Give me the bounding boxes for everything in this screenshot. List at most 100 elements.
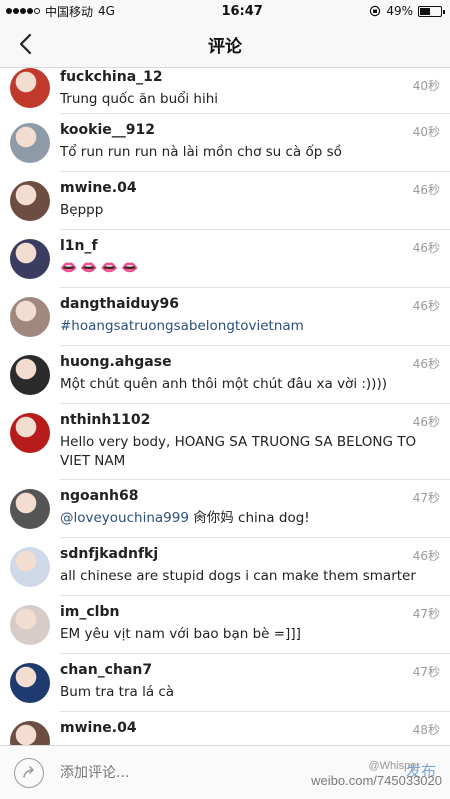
comment-text: Một chút quên anh thôi một chút đâu xa v…	[60, 375, 440, 394]
avatar[interactable]	[10, 413, 50, 453]
comment-username[interactable]: dangthaiduy96	[60, 295, 440, 313]
comment-row[interactable]: l1n_f 👄👄👄👄 46秒	[0, 230, 450, 288]
comment-message: Bẹppp	[60, 202, 104, 218]
avatar[interactable]	[10, 123, 50, 163]
comment-username[interactable]: fuckchina_12	[60, 68, 440, 86]
comment-time: 46秒	[412, 357, 440, 371]
comment-body: sdnfjkadnfkj all chinese are stupid dogs …	[60, 538, 450, 596]
avatar[interactable]	[10, 663, 50, 703]
comment-message: Hello very body, HOANG SA TRUONG SA BELO…	[60, 434, 417, 469]
comment-time: 48秒	[412, 723, 440, 737]
comment-body: im_clbn EM yêu vịt nam với bao bạn bè =]]…	[60, 596, 450, 654]
comment-text: #hoangsatruongsabelongtovietnam	[60, 317, 440, 336]
comment-username[interactable]: sdnfjkadnfkj	[60, 545, 440, 563]
comment-time: 40秒	[412, 125, 440, 139]
comment-username[interactable]: chan_chan7	[60, 661, 440, 679]
comment-row[interactable]: im_clbn EM yêu vịt nam với bao bạn bè =]]…	[0, 596, 450, 654]
comment-body: fuckchina_12 Trung quốc ăn buổi hihi 40秒	[60, 68, 450, 114]
comment-text: Tổ run run run nà lài mồn chơ su cà ốp s…	[60, 143, 440, 162]
comment-body: l1n_f 👄👄👄👄 46秒	[60, 230, 450, 288]
comment-list[interactable]: fuckchina_12 Trung quốc ăn buổi hihi 40秒 ko…	[0, 68, 450, 747]
comment-row[interactable]: huong.ahgase Một chút quên anh thôi một c…	[0, 346, 450, 404]
comment-message: #hoangsatruongsabelongtovietnam	[60, 318, 304, 334]
comment-body: chan_chan7 Bum tra tra lá cà 47秒	[60, 654, 450, 712]
comment-body: mwine.04 48秒	[60, 712, 450, 747]
comment-text: Hello very body, HOANG SA TRUONG SA BELO…	[60, 433, 440, 471]
comment-row[interactable]: fuckchina_12 Trung quốc ăn buổi hihi 40秒	[0, 68, 450, 114]
comment-time: 46秒	[412, 241, 440, 255]
watermark-handle: @Whisper	[368, 760, 420, 772]
comment-message: Một chút quên anh thôi một chút đâu xa v…	[60, 376, 387, 392]
comment-time: 46秒	[412, 549, 440, 563]
avatar[interactable]	[10, 355, 50, 395]
avatar[interactable]	[10, 181, 50, 221]
avatar[interactable]	[10, 605, 50, 645]
comment-row[interactable]: ngoanh68 @loveyouchina999 肏你妈 china dog! 4…	[0, 480, 450, 538]
comment-username[interactable]: kookie__912	[60, 121, 440, 139]
avatar[interactable]	[10, 489, 50, 529]
avatar[interactable]	[10, 297, 50, 337]
battery-percent: 49%	[386, 4, 413, 18]
comment-row[interactable]: dangthaiduy96 #hoangsatruongsabelongtovie…	[0, 288, 450, 346]
comment-row[interactable]: chan_chan7 Bum tra tra lá cà 47秒	[0, 654, 450, 712]
comment-body: ngoanh68 @loveyouchina999 肏你妈 china dog! 4…	[60, 480, 450, 538]
comment-message: 肏你妈 china dog!	[193, 510, 310, 526]
comment-row[interactable]: mwine.04 48秒	[0, 712, 450, 747]
comment-row[interactable]: sdnfjkadnfkj all chinese are stupid dogs …	[0, 538, 450, 596]
comment-body: dangthaiduy96 #hoangsatruongsabelongtovie…	[60, 288, 450, 346]
signal-strength-icon	[6, 8, 40, 14]
comment-body: huong.ahgase Một chút quên anh thôi một c…	[60, 346, 450, 404]
comment-mention[interactable]: @loveyouchina999	[60, 510, 189, 526]
comment-message: Bum tra tra lá cà	[60, 684, 175, 700]
orientation-lock-icon	[370, 5, 381, 17]
comment-text: Bum tra tra lá cà	[60, 683, 440, 702]
avatar[interactable]	[10, 239, 50, 279]
comment-row[interactable]: nthinh1102 Hello very body, HOANG SA TRUO…	[0, 404, 450, 480]
comment-time: 46秒	[412, 299, 440, 313]
comment-body: kookie__912 Tổ run run run nà lài mồn chơ…	[60, 114, 450, 172]
comment-message: Trung quốc ăn buổi hihi	[60, 91, 219, 107]
comment-time: 46秒	[412, 415, 440, 429]
network-label: 4G	[98, 4, 115, 18]
status-bar: 中国移动 4G 16:47 49%	[0, 0, 450, 22]
comment-text: Trung quốc ăn buổi hihi	[60, 90, 440, 109]
comment-username[interactable]: l1n_f	[60, 237, 440, 255]
comment-message: Tổ run run run nà lài mồn chơ su cà ốp s…	[60, 144, 342, 160]
comment-username[interactable]: mwine.04	[60, 719, 440, 737]
comment-body: nthinh1102 Hello very body, HOANG SA TRUO…	[60, 404, 450, 480]
comment-input-bar: 发布	[0, 745, 450, 799]
avatar[interactable]	[10, 721, 50, 747]
watermark: weibo.com/745033020	[311, 773, 442, 788]
comment-message: 👄👄👄👄	[60, 260, 142, 276]
status-time: 16:47	[221, 3, 263, 19]
comment-row[interactable]: mwine.04 Bẹppp 46秒	[0, 172, 450, 230]
comment-username[interactable]: nthinh1102	[60, 411, 440, 429]
comment-time: 40秒	[412, 79, 440, 93]
comment-row[interactable]: kookie__912 Tổ run run run nà lài mồn chơ…	[0, 114, 450, 172]
share-icon[interactable]	[14, 757, 44, 788]
comment-text: EM yêu vịt nam với bao bạn bè =]]]	[60, 625, 440, 644]
comment-time: 47秒	[412, 491, 440, 505]
comment-body: mwine.04 Bẹppp 46秒	[60, 172, 450, 230]
comment-username[interactable]: huong.ahgase	[60, 353, 440, 371]
back-chevron-icon[interactable]	[14, 32, 38, 56]
status-left: 中国移动 4G	[6, 3, 115, 20]
comment-username[interactable]: ngoanh68	[60, 487, 440, 505]
status-right: 49%	[369, 4, 445, 18]
comment-text: all chinese are stupid dogs i can make t…	[60, 567, 440, 586]
carrier-label: 中国移动	[45, 4, 94, 19]
comment-text: 👄👄👄👄	[60, 259, 440, 278]
comment-message: all chinese are stupid dogs i can make t…	[60, 568, 416, 584]
comment-message: EM yêu vịt nam với bao bạn bè =]]]	[60, 626, 301, 642]
comment-text: Bẹppp	[60, 201, 440, 220]
comment-input[interactable]	[60, 764, 340, 781]
comment-username[interactable]: mwine.04	[60, 179, 440, 197]
avatar[interactable]	[10, 68, 50, 108]
battery-fill	[419, 7, 430, 15]
avatar[interactable]	[10, 547, 50, 587]
comment-text: @loveyouchina999 肏你妈 china dog!	[60, 509, 440, 528]
comment-username[interactable]: im_clbn	[60, 603, 440, 621]
page-title: 评论	[208, 37, 242, 57]
comment-time: 47秒	[412, 607, 440, 621]
comment-time: 46秒	[412, 183, 440, 197]
